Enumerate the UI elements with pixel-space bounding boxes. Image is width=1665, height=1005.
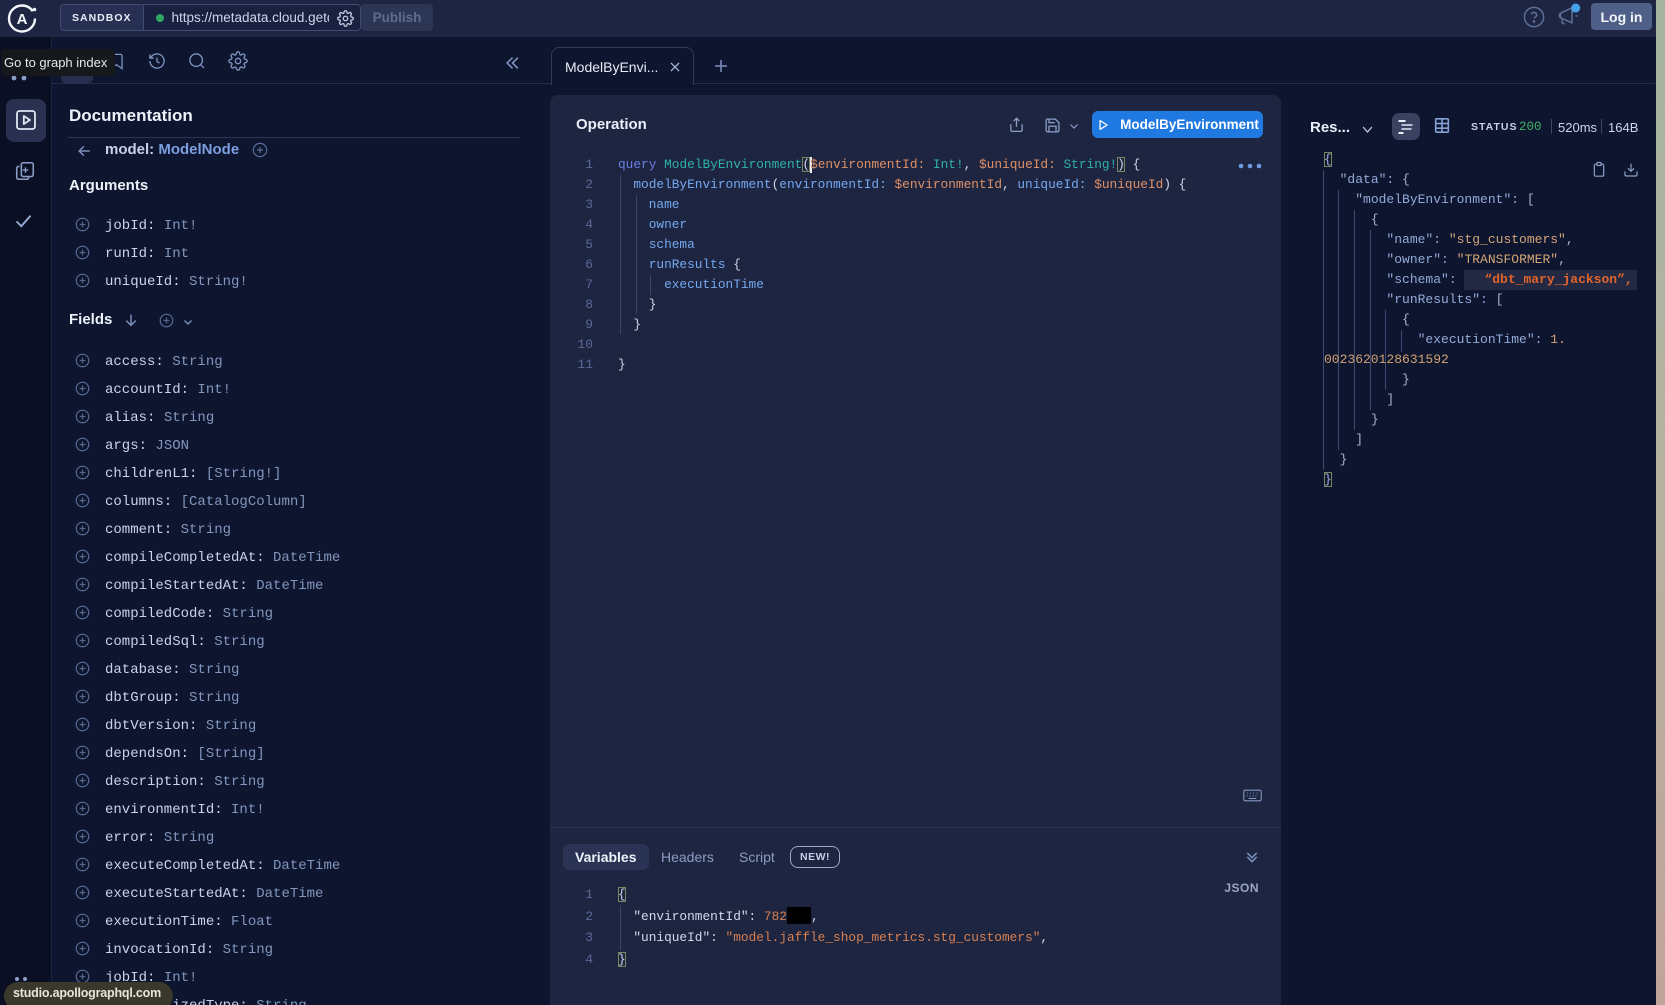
svg-text:A: A <box>17 11 28 28</box>
